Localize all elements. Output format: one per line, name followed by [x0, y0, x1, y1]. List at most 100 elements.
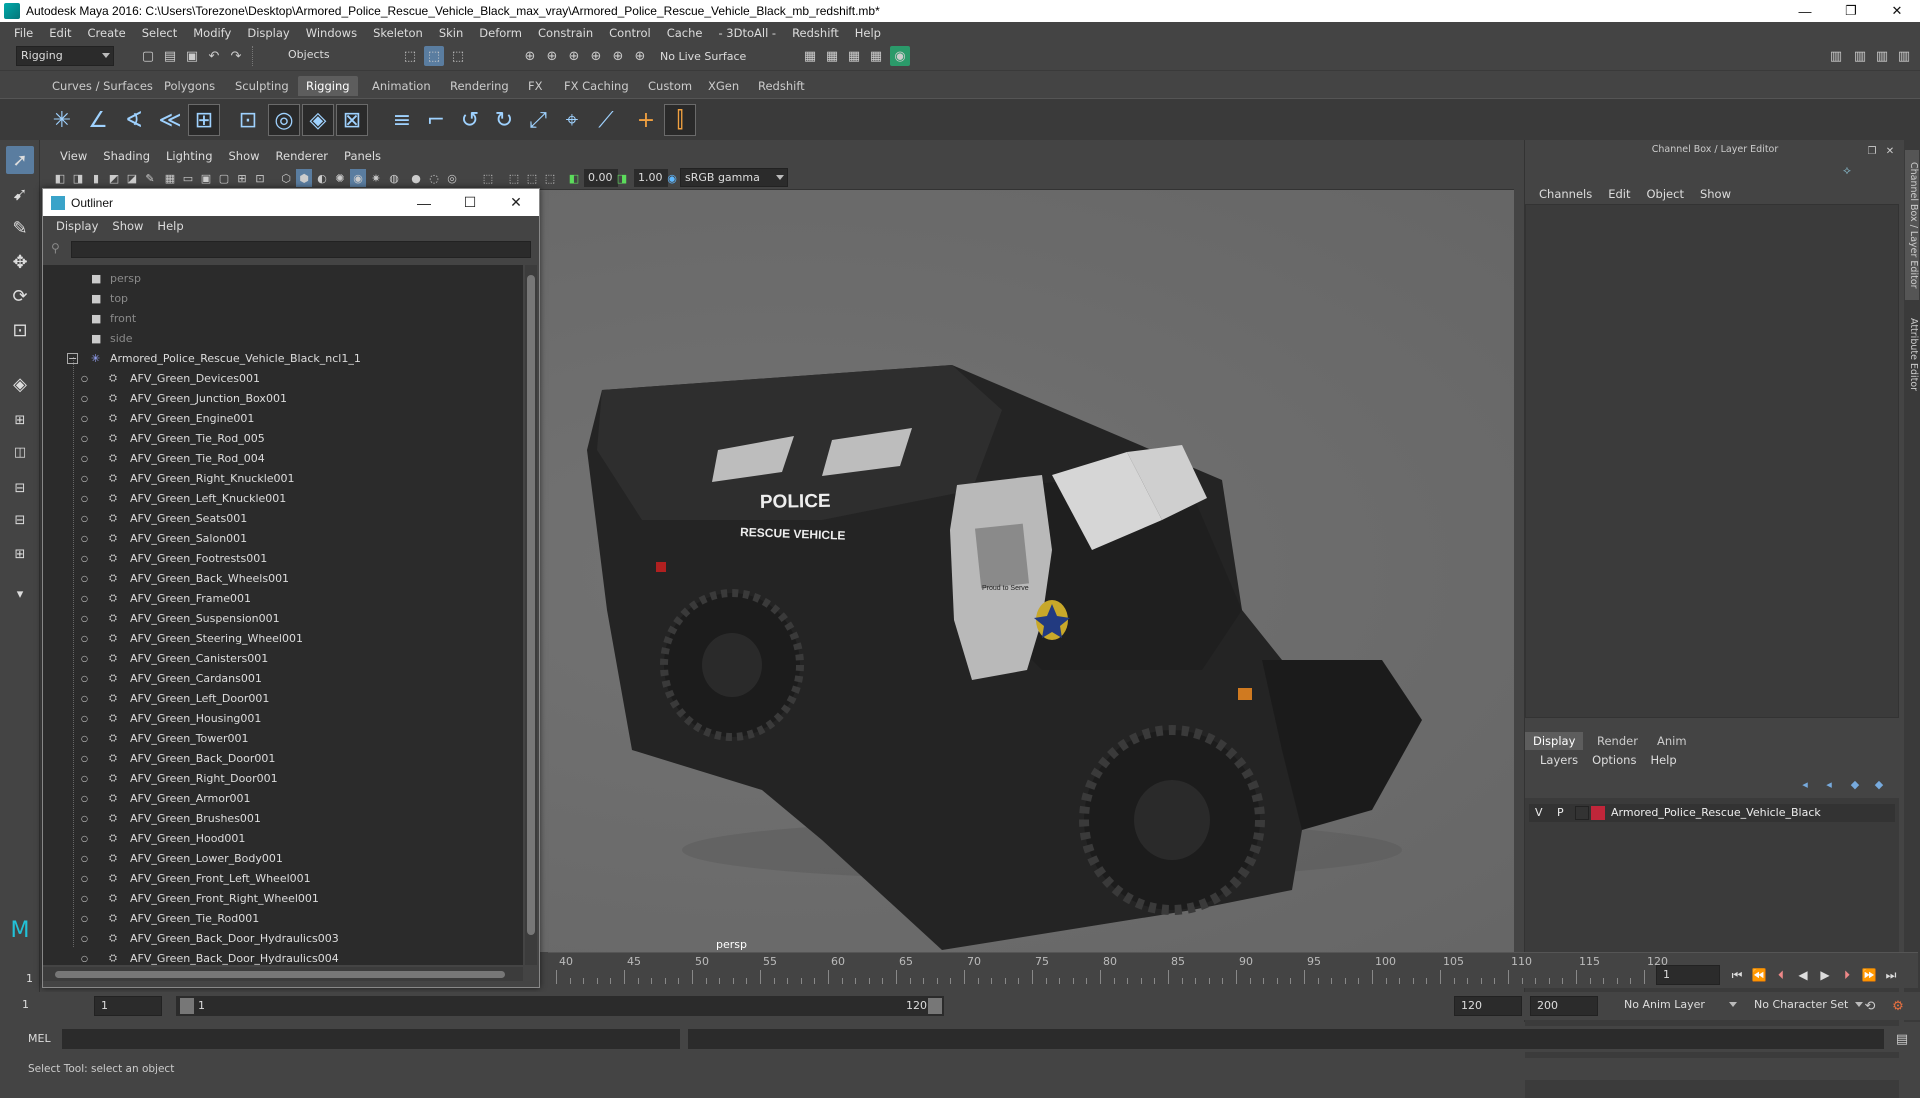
layer-type-toggle[interactable] — [1575, 806, 1589, 820]
vp-menu-lighting[interactable]: Lighting — [158, 149, 220, 163]
menu-cache[interactable]: Cache — [659, 26, 711, 40]
smooth-bind-icon[interactable]: ◎ — [268, 104, 300, 136]
menu-3dtoall[interactable]: - 3DtoAll - — [710, 26, 784, 40]
motion-blur-icon[interactable]: ◍ — [386, 169, 402, 187]
exposure-icon[interactable]: ◧ — [566, 169, 582, 187]
tool-settings-toggle-icon[interactable]: ▥ — [1872, 46, 1892, 66]
expand-dot[interactable]: ○ — [81, 592, 95, 606]
outliner-item-child[interactable]: ○ ⛭ AFV_Green_Housing001 — [43, 709, 523, 729]
expand-dot[interactable]: ○ — [81, 612, 95, 626]
float-panel-icon[interactable]: ❐ — [1865, 144, 1879, 158]
shelf-tab-polygons[interactable]: Polygons — [156, 76, 223, 96]
color-management-icon[interactable]: ◉ — [664, 169, 680, 187]
outliner-item-child[interactable]: ○ ⛭ AFV_Green_Salon001 — [43, 529, 523, 549]
filter-icon[interactable]: ⚲ — [51, 241, 67, 258]
menuset-dropdown[interactable]: Rigging — [16, 46, 114, 66]
hypershade-icon[interactable]: ▦ — [866, 46, 886, 66]
shelf-tab-xgen[interactable]: XGen — [700, 76, 747, 96]
collapse-toggle[interactable]: − — [67, 353, 78, 364]
script-editor-icon[interactable]: ▤ — [1892, 1029, 1912, 1049]
outliner-item-child[interactable]: ○ ⛭ AFV_Green_Armor001 — [43, 789, 523, 809]
preferences-icon[interactable]: ⚙ — [1888, 996, 1908, 1016]
layer-tab-anim[interactable]: Anim — [1649, 732, 1695, 750]
resolution-gate-icon[interactable]: ▣ — [198, 169, 214, 187]
expand-dot[interactable]: ○ — [81, 852, 95, 866]
step-forward-frame-icon[interactable]: ⏵ — [1838, 965, 1856, 985]
workspace-icon[interactable]: ▥ — [1826, 46, 1846, 66]
move-layer-up-icon[interactable]: ◂ — [1795, 774, 1815, 794]
live-surface-label[interactable]: No Live Surface — [660, 50, 746, 63]
outliner-item-child[interactable]: ○ ⛭ AFV_Green_Tie_Rod_004 — [43, 449, 523, 469]
outliner-vertical-scrollbar[interactable] — [525, 265, 537, 965]
expand-dot[interactable]: ○ — [81, 832, 95, 846]
move-tool-icon[interactable]: ✥ — [6, 248, 34, 276]
expand-dot[interactable]: ○ — [81, 632, 95, 646]
ipr-render-icon[interactable]: ▦ — [822, 46, 842, 66]
outliner-search-input[interactable] — [71, 241, 531, 258]
outliner-item-child[interactable]: ○ ⛭ AFV_Green_Front_Right_Wheel001 — [43, 889, 523, 909]
new-layer-icon[interactable]: ◆ — [1845, 774, 1865, 794]
layer-row[interactable]: V P Armored_Police_Rescue_Vehicle_Black — [1529, 804, 1895, 822]
character-set-dropdown[interactable]: No Character Set — [1750, 996, 1866, 1016]
lights-icon[interactable]: ✺ — [332, 169, 348, 187]
outliner-item-child[interactable]: ○ ⛭ AFV_Green_Left_Door001 — [43, 689, 523, 709]
outliner-item-child[interactable]: ○ ⛭ AFV_Green_Steering_Wheel001 — [43, 629, 523, 649]
select-tool-icon[interactable]: ➚ — [6, 146, 34, 174]
shelf-tab-redshift[interactable]: Redshift — [750, 76, 813, 96]
outliner-menu-show[interactable]: Show — [105, 219, 150, 233]
expand-dot[interactable]: ○ — [81, 372, 95, 386]
outliner-item-child[interactable]: ○ ⛭ AFV_Green_Back_Door_Hydraulics003 — [43, 929, 523, 949]
shelf-tab-curves[interactable]: Curves / Surfaces — [44, 76, 161, 96]
single-pane-icon[interactable]: ◈ — [6, 370, 34, 398]
parent-constraint-icon[interactable]: ⌐ — [420, 104, 452, 136]
channel-box-toggle-icon[interactable]: ▥ — [1850, 46, 1870, 66]
new-layer-selected-icon[interactable]: ◆ — [1869, 774, 1889, 794]
outliner-item-child[interactable]: ○ ⛭ AFV_Green_Seats001 — [43, 509, 523, 529]
range-handle-start[interactable] — [180, 998, 194, 1014]
vp-menu-show[interactable]: Show — [221, 149, 268, 163]
menu-select[interactable]: Select — [134, 26, 185, 40]
expand-dot[interactable]: ○ — [81, 672, 95, 686]
shelf-tab-fx[interactable]: FX — [520, 76, 551, 96]
gamma-icon[interactable]: ◨ — [614, 169, 630, 187]
select-hierarchy-icon[interactable]: ⬚ — [400, 46, 420, 66]
scroll-thumb[interactable] — [527, 275, 535, 935]
auto-key-icon[interactable]: ⟲ — [1860, 996, 1880, 1016]
lattice-icon[interactable]: ⊠ — [336, 104, 368, 136]
close-button[interactable]: ✕ — [1874, 0, 1920, 22]
film-gate-icon[interactable]: ▭ — [180, 169, 196, 187]
expand-dot[interactable]: ○ — [81, 932, 95, 946]
outliner-item-root[interactable]: − ✳ Armored_Police_Rescue_Vehicle_Black_nc… — [43, 349, 523, 369]
grid-icon[interactable]: ▦ — [162, 169, 178, 187]
selection-mode-dropdown[interactable]: Objects — [284, 46, 380, 66]
command-input[interactable] — [62, 1029, 680, 1049]
grease-pencil-icon[interactable]: ✎ — [142, 169, 158, 187]
expand-dot[interactable]: ○ — [81, 772, 95, 786]
menu-edit[interactable]: Edit — [41, 26, 79, 40]
layer-list[interactable]: V P Armored_Police_Rescue_Vehicle_Black — [1525, 798, 1899, 1098]
shelf-tab-fx-caching[interactable]: FX Caching — [556, 76, 637, 96]
camera-attr-icon[interactable]: ◨ — [70, 169, 86, 187]
redshift-render-icon[interactable]: ◉ — [890, 46, 910, 66]
outliner-item-child[interactable]: ○ ⛭ AFV_Green_Brushes001 — [43, 809, 523, 829]
menu-help[interactable]: Help — [847, 26, 889, 40]
cb-menu-show[interactable]: Show — [1692, 187, 1739, 201]
menu-display[interactable]: Display — [239, 26, 297, 40]
step-forward-key-icon[interactable]: ⏩ — [1860, 965, 1878, 985]
four-pane-icon[interactable]: ⊞ — [6, 406, 34, 434]
frame-all-icon[interactable]: ⬚ — [506, 169, 522, 187]
layer-color-swatch[interactable] — [1591, 806, 1605, 820]
outliner-window[interactable]: Outliner — ☐ ✕ Display Show Help ⚲ ■ pers… — [42, 188, 540, 988]
safe-action-icon[interactable]: ⊡ — [252, 169, 268, 187]
shelf-tab-animation[interactable]: Animation — [364, 76, 439, 96]
expand-dot[interactable]: ○ — [81, 472, 95, 486]
outliner-item-child[interactable]: ○ ⛭ AFV_Green_Left_Knuckle001 — [43, 489, 523, 509]
vp-menu-view[interactable]: View — [52, 149, 95, 163]
outliner-item-camera-front[interactable]: ■ front — [43, 309, 523, 329]
attribute-editor-toggle-icon[interactable]: ▥ — [1894, 46, 1914, 66]
menu-constrain[interactable]: Constrain — [530, 26, 601, 40]
layout-more-icon[interactable]: ▾ — [6, 580, 34, 608]
new-scene-icon[interactable]: ▢ — [138, 46, 158, 66]
range-handle-end[interactable] — [928, 998, 942, 1014]
gamma-field[interactable]: 1.00 — [634, 169, 668, 187]
